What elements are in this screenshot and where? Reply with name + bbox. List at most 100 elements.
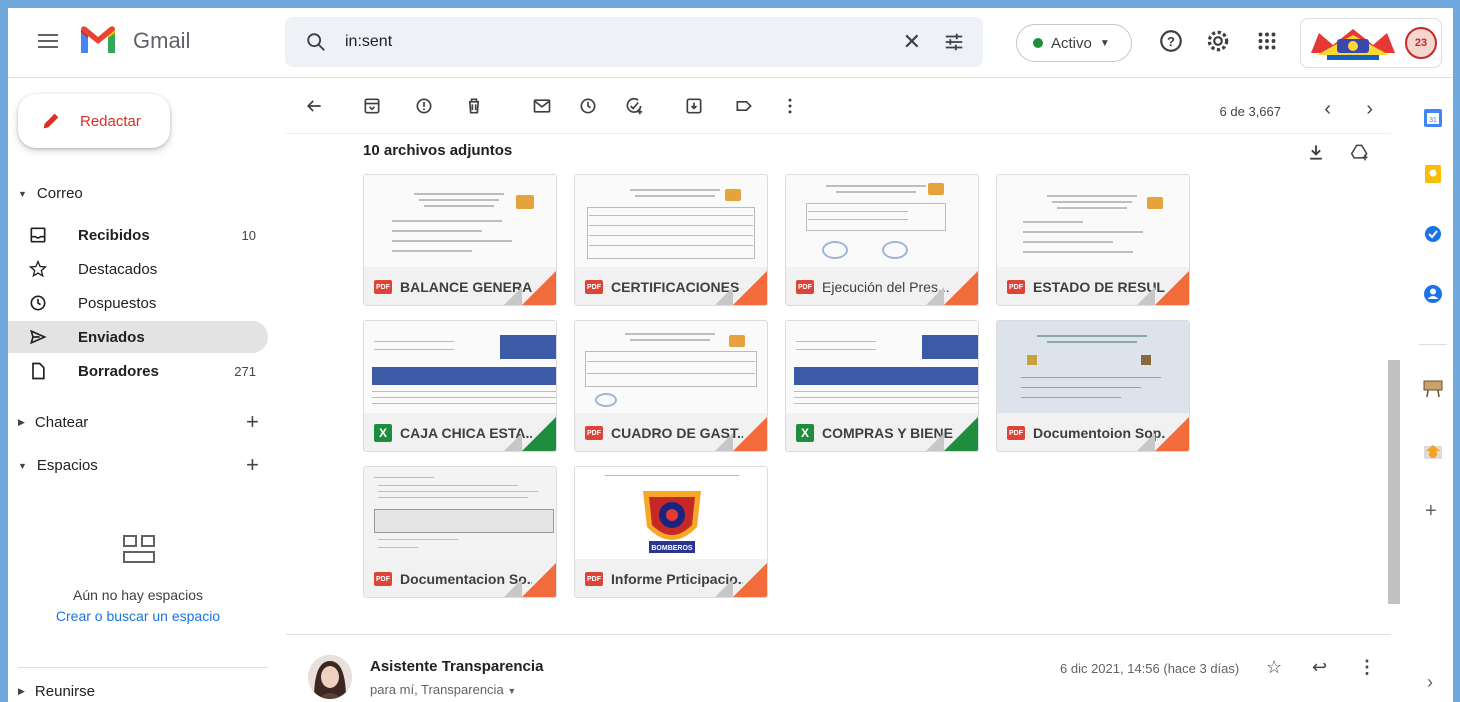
pdf-file-icon: PDF [796,280,814,294]
report-spam-icon[interactable] [414,96,434,116]
chat-section-label: Chatear [34,414,89,431]
emblem-text: BOMBEROS [651,545,693,552]
expand-triangle-icon: ▶ [18,686,25,696]
next-icon[interactable]: › [1366,98,1373,121]
star-icon [28,259,48,278]
contacts-icon[interactable] [1423,284,1443,304]
add-chat-icon[interactable]: + [246,409,259,435]
pdf-corner-icon [733,563,767,597]
pagination-text: 6 de 3,667 [1219,104,1281,119]
calendar-icon[interactable]: 31 [1423,108,1443,128]
search-bar[interactable]: ✕ [285,17,983,67]
delete-icon[interactable] [464,96,484,116]
more-options-icon[interactable]: ⋮ [1358,657,1376,678]
fold-shadow [504,287,522,305]
pdf-file-icon: PDF [1007,426,1025,440]
expand-panel-icon[interactable]: › [1427,672,1433,693]
addon-board-icon[interactable] [1423,378,1443,398]
mail-section-toggle[interactable]: ▼ Correo [18,185,83,202]
attachments-title: 10 archivos adjuntos [363,142,513,159]
excel-file-icon: X [796,424,814,442]
pdf-corner-icon [733,271,767,305]
inbox-icon [30,227,46,243]
attachment-card[interactable]: X COMPRAS Y BIENE... [785,320,979,452]
attachment-preview [575,321,767,413]
fold-shadow [1137,287,1155,305]
fold-shadow [1137,433,1155,451]
fold-shadow [715,287,733,305]
add-task-icon[interactable] [624,96,644,116]
spaces-section-toggle[interactable]: ▼ Espacios [18,457,98,474]
pdf-file-icon: PDF [374,572,392,586]
attachment-preview [364,175,556,267]
tasks-icon[interactable] [1423,224,1443,244]
compose-button[interactable]: Redactar [18,94,170,148]
add-space-icon[interactable]: + [246,452,259,478]
help-icon[interactable]: ? [1158,28,1184,54]
pdf-corner-icon [944,271,978,305]
main-menu-icon[interactable] [38,30,58,54]
snooze-icon[interactable] [578,96,598,116]
download-all-icon[interactable] [1306,142,1326,162]
svg-text:31: 31 [1429,117,1437,124]
clear-search-icon[interactable]: ✕ [903,29,921,55]
reply-icon[interactable]: ↩ [1312,657,1327,678]
sidebar-item-drafts[interactable]: Borradores 271 [8,355,268,387]
search-input[interactable] [345,29,845,55]
chat-section-toggle[interactable]: ▶ Chatear [18,414,88,431]
message-date: 6 dic 2021, 14:56 (hace 3 días) [1060,661,1240,676]
add-to-drive-icon[interactable] [1350,142,1370,162]
sidebar-item-label: Pospuestos [78,294,157,312]
apps-icon[interactable] [1254,28,1280,54]
account-switcher[interactable]: 23 [1300,18,1442,68]
sidebar-item-sent[interactable]: Enviados [8,321,268,353]
status-selector[interactable]: Activo ▼ [1016,24,1132,62]
keep-icon[interactable] [1423,164,1443,184]
mark-unread-icon[interactable] [532,96,552,116]
back-arrow-icon[interactable] [304,96,324,116]
add-addon-icon[interactable]: + [1425,500,1437,523]
attachment-card[interactable]: PDF Documentoion Sop... [996,320,1190,452]
attachment-card[interactable]: BOMBEROS PDF Informe Prticipacio... [574,466,768,598]
search-icon[interactable] [305,31,327,53]
sender-name: Asistente Transparencia [370,658,544,675]
label-icon[interactable] [734,96,754,116]
attachment-card[interactable]: PDF ESTADO DE RESUL... [996,174,1190,306]
attachment-card[interactable]: PDF CUADRO DE GAST... [574,320,768,452]
pencil-icon [43,113,59,129]
attachment-card[interactable]: PDF Ejecución del Pres... [785,174,979,306]
recipients-text: para mí, Transparencia [370,682,504,697]
addon-mail-icon[interactable] [1423,442,1443,462]
spaces-empty-text: Aún no hay espacios [73,587,203,603]
meet-section-label: Reunirse [34,683,95,700]
attachment-card[interactable]: X CAJA CHICA ESTA... [363,320,557,452]
meet-section-toggle[interactable]: ▶ Reunirse [18,683,95,700]
previous-icon[interactable]: ‹ [1324,98,1331,121]
settings-icon[interactable] [1205,28,1231,54]
pdf-file-icon: PDF [1007,280,1025,294]
message-header[interactable]: Asistente Transparencia para mí, Transpa… [286,634,1391,702]
gmail-logo-icon[interactable] [78,24,118,56]
archive-icon[interactable] [362,96,382,116]
sidebar-item-starred[interactable]: Destacados [8,253,268,285]
create-space-link[interactable]: Crear o buscar un espacio [8,608,268,624]
pdf-file-icon: PDF [585,426,603,440]
account-avatar[interactable]: 23 [1405,27,1437,59]
clock-icon [30,295,46,311]
more-options-icon[interactable] [780,96,800,116]
pdf-file-icon: PDF [585,280,603,294]
attachment-card[interactable]: PDF Documentacion So... [363,466,557,598]
fold-shadow [504,433,522,451]
sidebar-item-snoozed[interactable]: Pospuestos [8,287,268,319]
search-options-icon[interactable] [943,31,965,53]
sidebar-item-inbox[interactable]: Recibidos 10 [8,219,268,251]
star-icon[interactable]: ☆ [1266,657,1282,678]
organization-logo [1311,29,1395,60]
recipients-toggle[interactable]: para mí, Transparencia ▼ [370,682,516,697]
sender-avatar[interactable] [308,655,352,699]
attachment-preview [364,321,556,413]
attachment-card[interactable]: PDF CERTIFICACIONES ... [574,174,768,306]
attachment-card[interactable]: PDF BALANCE GENERA... [363,174,557,306]
scrollbar-thumb[interactable] [1388,360,1400,604]
move-to-icon[interactable] [684,96,704,116]
